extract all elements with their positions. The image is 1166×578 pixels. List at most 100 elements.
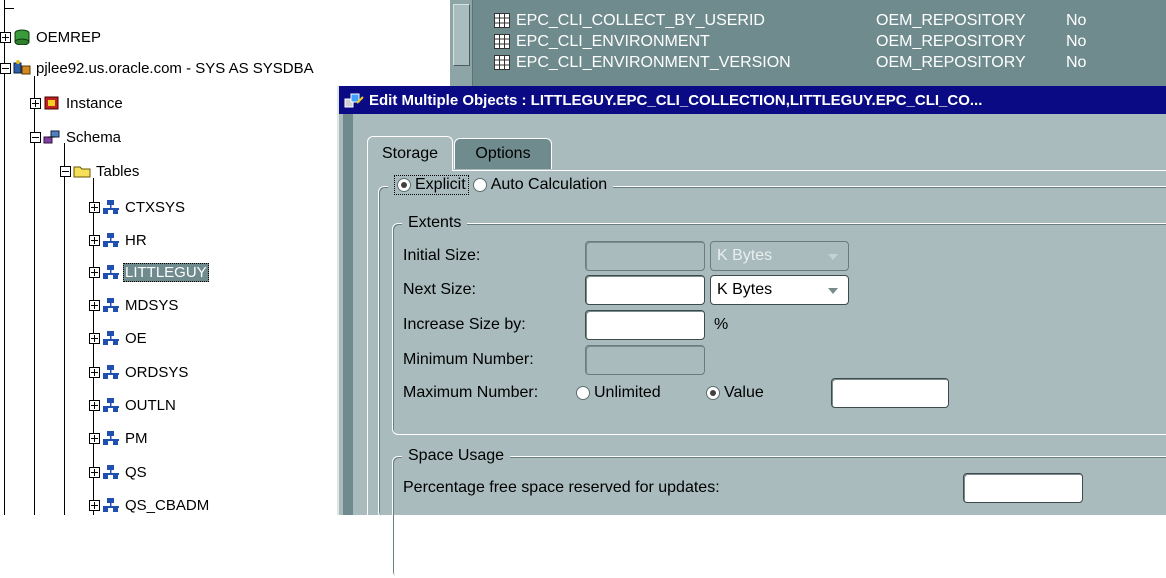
increase-size-input[interactable] (585, 310, 705, 340)
collapse-icon[interactable] (30, 131, 41, 143)
next-size-unit-select[interactable]: K Bytes (710, 275, 849, 305)
tree-node-hr[interactable]: HR (89, 227, 149, 253)
tree-node-label: pjlee92.us.oracle.com - SYS AS SYSDBA (36, 59, 314, 77)
expand-icon[interactable] (89, 432, 100, 444)
tree-node-qs-cbadm[interactable]: QS_CBADM (89, 492, 211, 518)
tree-node-tables[interactable]: Tables (60, 158, 141, 184)
table-row[interactable]: EPC_CLI_ENVIRONMENT_VERSION OEM_REPOSITO… (494, 52, 1086, 73)
schema-user-icon (103, 465, 119, 479)
max-unlimited-radio[interactable] (576, 386, 590, 400)
expand-icon[interactable] (89, 234, 100, 246)
tree-node-pm[interactable]: PM (89, 425, 150, 451)
tree-node-label: QS (125, 463, 147, 481)
space-usage-legend: Space Usage (402, 446, 511, 466)
tree-node-label: HR (125, 231, 147, 249)
next-size-input[interactable] (585, 275, 705, 305)
tree-node-oemrep[interactable]: OEMREP (0, 24, 103, 50)
pct-free-input[interactable] (963, 473, 1083, 503)
instance-icon (44, 96, 59, 110)
database-connection-icon (13, 60, 31, 75)
tree-node-label: Instance (66, 94, 123, 112)
tree-node-label: MDSYS (125, 296, 179, 314)
tree-node-label: OE (125, 329, 147, 347)
vertical-scrollbar[interactable] (450, 0, 473, 88)
tree-node-label-selected: LITTLEGUY (123, 262, 209, 282)
table-icon (494, 34, 510, 49)
table-name: EPC_CLI_COLLECT_BY_USERID (516, 11, 765, 29)
schema-user-icon (103, 398, 119, 412)
app-icon (344, 93, 364, 108)
schema-user-icon (103, 200, 119, 214)
max-unlimited-option[interactable]: Unlimited (576, 384, 661, 402)
schema-icon (43, 130, 60, 144)
schema-user-icon (103, 298, 119, 312)
expand-icon[interactable] (89, 266, 100, 278)
tree-node-ctxsys[interactable]: CTXSYS (89, 194, 187, 220)
initial-unit-value: K Bytes (717, 247, 773, 264)
max-value-option[interactable]: Value (706, 384, 764, 402)
maximum-number-input[interactable] (831, 378, 949, 408)
tab-storage[interactable]: Storage (367, 136, 453, 171)
dialog-titlebar[interactable]: Edit Multiple Objects : LITTLEGUY.EPC_CL… (339, 86, 1166, 114)
tree-node-connection[interactable]: pjlee92.us.oracle.com - SYS AS SYSDBA (0, 55, 316, 81)
chevron-down-icon (828, 288, 838, 294)
storage-mode-legend: Explicit Auto Calculation (388, 175, 614, 195)
expand-icon[interactable] (89, 466, 100, 478)
table-schema: OEM_REPOSITORY (876, 32, 1026, 50)
auto-calculation-label: Auto Calculation (490, 176, 608, 193)
tree-node-oe[interactable]: OE (89, 325, 149, 351)
tree-node-label: CTXSYS (125, 198, 186, 216)
tree-node-littleguy[interactable]: LITTLEGUY (89, 259, 209, 285)
expand-icon[interactable] (89, 499, 100, 511)
collapse-icon[interactable] (0, 62, 11, 74)
tree-node-schema[interactable]: Schema (30, 124, 123, 150)
percent-label: % (714, 316, 729, 333)
chevron-down-icon (828, 254, 838, 260)
explicit-radio[interactable] (397, 178, 411, 192)
table-icon (494, 13, 510, 28)
tree-node-ordsys[interactable]: ORDSYS (89, 359, 190, 385)
auto-calculation-radio[interactable] (472, 178, 487, 192)
tree-node-instance[interactable]: Instance (30, 90, 125, 116)
minimum-number-input[interactable] (585, 345, 705, 375)
explicit-option[interactable]: Explicit (394, 175, 469, 195)
expand-icon[interactable] (0, 31, 11, 43)
schema-user-icon (103, 365, 119, 379)
schema-user-icon (103, 233, 119, 247)
expand-icon[interactable] (89, 201, 100, 213)
initial-size-input[interactable] (585, 241, 705, 271)
table-schema: OEM_REPOSITORY (876, 11, 1026, 29)
scrollbar-thumb[interactable] (453, 4, 470, 66)
edit-multiple-objects-dialog: Edit Multiple Objects : LITTLEGUY.EPC_CL… (337, 86, 1166, 578)
table-flag: No (1066, 53, 1087, 71)
pct-free-label: Percentage free space reserved for updat… (403, 479, 720, 496)
expand-icon[interactable] (89, 399, 100, 411)
initial-size-unit-select[interactable]: K Bytes (710, 241, 849, 271)
tab-label: Options (475, 145, 531, 162)
tree-node-qs[interactable]: QS (89, 459, 149, 485)
tree-node-label: ORDSYS (125, 363, 189, 381)
schema-user-icon (103, 265, 119, 279)
expand-icon[interactable] (89, 366, 100, 378)
table-flag: No (1066, 32, 1087, 50)
tree-node-outln[interactable]: OUTLN (89, 392, 178, 418)
explicit-label: Explicit (415, 176, 466, 193)
tree-node-mdsys[interactable]: MDSYS (89, 292, 180, 318)
auto-calculation-option[interactable]: Auto Calculation (472, 176, 608, 194)
expand-icon[interactable] (89, 332, 100, 344)
max-value-radio[interactable] (706, 386, 720, 400)
tab-label: Storage (381, 145, 439, 162)
expand-icon[interactable] (89, 299, 100, 311)
minimum-number-label: Minimum Number: (403, 351, 534, 368)
collapse-icon[interactable] (60, 165, 71, 177)
expand-icon[interactable] (30, 97, 41, 109)
table-row[interactable]: EPC_CLI_ENVIRONMENT OEM_REPOSITORY No (494, 31, 1086, 52)
tree-node-label: OUTLN (125, 396, 176, 414)
extents-legend: Extents (402, 213, 468, 233)
tab-options[interactable]: Options (454, 138, 552, 169)
schema-user-icon (103, 431, 119, 445)
schema-user-icon (103, 498, 119, 512)
database-icon (14, 29, 30, 45)
next-size-label: Next Size: (403, 281, 476, 298)
table-row[interactable]: EPC_CLI_COLLECT_BY_USERID OEM_REPOSITORY… (494, 10, 1086, 31)
